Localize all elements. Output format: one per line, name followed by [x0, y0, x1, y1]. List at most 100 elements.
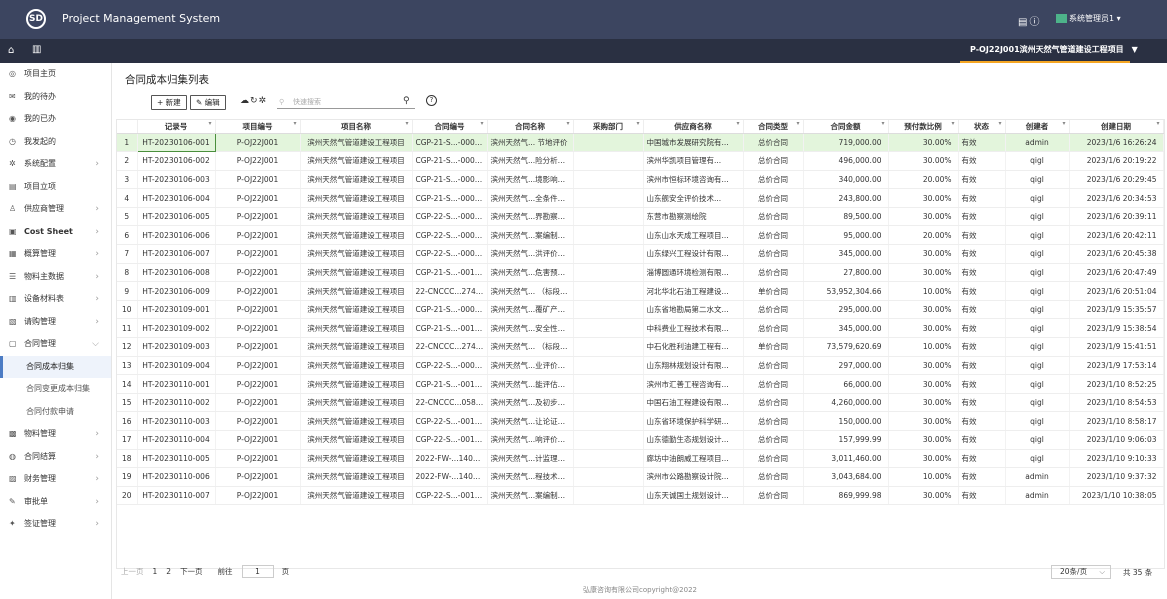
sort-icon[interactable]: ▾: [796, 120, 799, 127]
chart-icon[interactable]: ▥: [32, 44, 41, 55]
sort-icon[interactable]: ▾: [998, 120, 1001, 127]
table-row[interactable]: 10 HT-20230109-001 P-OJ22J001 滨州天然气管道建设工程项目…: [117, 300, 1164, 320]
table-cell: 12: [117, 337, 138, 357]
table-row[interactable]: 18 HT-20230110-005 P-OJ22J001 滨州天然气管道建设工程项目…: [117, 449, 1164, 469]
sort-icon[interactable]: ▾: [881, 120, 884, 127]
table-row[interactable]: 17 HT-20230110-004 P-OJ22J001 滨州天然气管道建设工程项目…: [117, 430, 1164, 450]
search-icon: ⚲: [279, 98, 285, 106]
table-cell: 30.00%: [888, 356, 959, 376]
column-header[interactable]: 项目名称 ▾: [300, 120, 413, 134]
column-header[interactable]: 预付款比例 ▾: [888, 120, 959, 134]
prev-page-button[interactable]: 上一页: [121, 567, 144, 576]
table-cell: 16: [117, 411, 138, 431]
sidebar-item-9[interactable]: ☰ 物料主数据 ›: [0, 266, 111, 289]
sort-icon[interactable]: ▾: [405, 120, 408, 127]
sidebar-item-8[interactable]: ▦ 概算管理 ›: [0, 243, 111, 266]
sidebar-item-17[interactable]: ◍ 合同结算 ›: [0, 446, 111, 469]
page-size-select[interactable]: 20条/页 ⌵: [1051, 565, 1111, 579]
column-header[interactable]: 合同名称 ▾: [487, 120, 574, 134]
sidebar-item-0[interactable]: ◎ 项目主页: [0, 63, 111, 86]
page-1-button[interactable]: 1: [153, 567, 158, 576]
sidebar-item-16[interactable]: ▩ 物料管理 ›: [0, 423, 111, 446]
sort-icon[interactable]: ▾: [1062, 120, 1065, 127]
table-cell: 20: [117, 486, 138, 506]
caret-down-icon[interactable]: ▼: [1132, 45, 1138, 54]
table-cell: CGP-22-S...-0019/01: [412, 486, 488, 506]
table-row[interactable]: 1 HT-20230106-001 P-OJ22J001 滨州天然气管道建设工程项目 C…: [117, 132, 1164, 153]
table-row[interactable]: 11 HT-20230109-002 P-OJ22J001 滨州天然气管道建设工程项目…: [117, 318, 1164, 339]
table-row[interactable]: 12 HT-20230109-003 P-OJ22J001 滨州天然气管道建设工程项目…: [117, 337, 1164, 357]
document-icon[interactable]: ▤: [1018, 17, 1029, 28]
sort-icon[interactable]: ▾: [636, 120, 639, 127]
table-row[interactable]: 9 HT-20230106-009 P-OJ22J001 滨州天然气管道建设工程项目 2…: [117, 281, 1164, 301]
table-row[interactable]: 16 HT-20230110-003 P-OJ22J001 滨州天然气管道建设工程项目…: [117, 411, 1164, 431]
table-row[interactable]: 3 HT-20230106-003 P-OJ22J001 滨州天然气管道建设工程项目 C…: [117, 170, 1164, 190]
table-row[interactable]: 2 HT-20230106-002 P-OJ22J001 滨州天然气管道建设工程项目 C…: [117, 151, 1164, 171]
column-header[interactable]: 采购部门 ▾: [573, 120, 644, 134]
column-header[interactable]: 合同金额 ▾: [803, 120, 889, 134]
cloud-icon[interactable]: ☁: [240, 96, 250, 106]
sort-icon[interactable]: ▾: [736, 120, 739, 127]
sidebar-item-1[interactable]: ✉ 我的待办: [0, 86, 111, 109]
sort-icon[interactable]: ▾: [1156, 120, 1159, 127]
sidebar-item-13[interactable]: 合同成本归集: [0, 355, 111, 378]
column-header[interactable]: 创建者 ▾: [1005, 120, 1070, 134]
table-row[interactable]: 13 HT-20230109-004 P-OJ22J001 滨州天然气管道建设工程项目…: [117, 356, 1164, 376]
sort-icon[interactable]: ▾: [293, 120, 296, 127]
refresh-icon[interactable]: ↻: [250, 96, 259, 106]
sidebar-item-14[interactable]: 合同变更成本归集: [0, 378, 111, 401]
sidebar-item-7[interactable]: ▣ Cost Sheet ›: [0, 221, 111, 244]
table-row[interactable]: 14 HT-20230110-001 P-OJ22J001 滨州天然气管道建设工程项目…: [117, 374, 1164, 394]
sidebar-item-12[interactable]: ▢ 合同管理 ⌵: [0, 333, 111, 356]
column-header[interactable]: 创建日期 ▾: [1069, 120, 1164, 134]
search-button-icon[interactable]: ⚲: [403, 96, 410, 106]
sidebar-item-11[interactable]: ▧ 请购管理 ›: [0, 311, 111, 334]
column-header[interactable]: 合同类型 ▾: [743, 120, 804, 134]
table-row[interactable]: 8 HT-20230106-008 P-OJ22J001 滨州天然气管道建设工程项目 C…: [117, 263, 1164, 283]
table-row[interactable]: 7 HT-20230106-007 P-OJ22J001 滨州天然气管道建设工程项目 C…: [117, 244, 1164, 264]
list-icon: ☰: [9, 271, 17, 281]
sort-icon[interactable]: ▾: [208, 120, 211, 127]
sidebar-item-19[interactable]: ✎ 审批单 ›: [0, 491, 111, 514]
table-cell: 2023/1/9 15:38:54: [1069, 318, 1164, 339]
column-header[interactable]: 项目编号 ▾: [215, 120, 301, 134]
sidebar-item-5[interactable]: ▤ 项目立项: [0, 176, 111, 199]
column-header[interactable]: 合同编号 ▾: [412, 120, 488, 134]
table-row[interactable]: 6 HT-20230106-006 P-OJ22J001 滨州天然气管道建设工程项目 C…: [117, 225, 1164, 246]
table-row[interactable]: 19 HT-20230110-006 P-OJ22J001 滨州天然气管道建设工程项目…: [117, 467, 1164, 487]
table-row[interactable]: 20 HT-20230110-007 P-OJ22J001 滨州天然气管道建设工程项目…: [117, 486, 1164, 506]
help-icon[interactable]: ⓘ: [1029, 17, 1041, 28]
table-row[interactable]: 5 HT-20230106-005 P-OJ22J001 滨州天然气管道建设工程项目 C…: [117, 207, 1164, 227]
user-menu[interactable]: 系统管理员1 ▾: [1056, 13, 1121, 24]
sidebar-item-10[interactable]: ▥ 设备材料表 ›: [0, 288, 111, 311]
column-header[interactable]: 供应商名称 ▾: [643, 120, 744, 134]
sidebar-item-20[interactable]: ✦ 签证管理 ›: [0, 513, 111, 536]
page-2-button[interactable]: 2: [166, 567, 171, 576]
sidebar-item-6[interactable]: ♙ 供应商管理 ›: [0, 198, 111, 221]
table-cell: 30.00%: [888, 393, 959, 413]
column-header[interactable]: 记录号 ▾: [137, 120, 216, 134]
check-circle-icon: ◉: [9, 114, 16, 123]
goto-page-input[interactable]: 1: [241, 565, 274, 578]
sidebar-item-18[interactable]: ▨ 财务管理 ›: [0, 468, 111, 491]
sidebar-item-2[interactable]: ◉ 我的已办: [0, 108, 111, 131]
table-row[interactable]: 15 HT-20230110-002 P-OJ22J001 滨州天然气管道建设工程项目…: [117, 393, 1164, 413]
edit-button[interactable]: ✎ 编辑: [190, 95, 226, 110]
table-row[interactable]: 4 HT-20230106-004 P-OJ22J001 滨州天然气管道建设工程项目 C…: [117, 188, 1164, 208]
sidebar-item-4[interactable]: ✲ 系统配置 ›: [0, 153, 111, 176]
table-cell: HT-20230110-005: [137, 449, 216, 469]
sidebar-item-15[interactable]: 合同付款申请: [0, 401, 111, 424]
sort-icon[interactable]: ▾: [951, 120, 954, 127]
gear-icon[interactable]: ✲: [259, 96, 268, 106]
project-tab[interactable]: P-OJ22J001滨州天然气管道建设工程项目 ▼: [960, 39, 1138, 63]
search-input[interactable]: ⚲ 快速搜索: [277, 96, 415, 109]
help-icon[interactable]: ?: [426, 95, 437, 106]
sidebar-item-3[interactable]: ◷ 我发起的: [0, 131, 111, 154]
next-page-button[interactable]: 下一页: [180, 567, 203, 576]
column-header[interactable]: 状态 ▾: [958, 120, 1006, 134]
home-icon[interactable]: ⌂: [8, 45, 14, 56]
sort-icon[interactable]: ▾: [566, 120, 569, 127]
new-button[interactable]: + 新建: [151, 95, 187, 110]
sort-icon[interactable]: ▾: [480, 120, 483, 127]
table-cell: qigl: [1005, 393, 1070, 413]
